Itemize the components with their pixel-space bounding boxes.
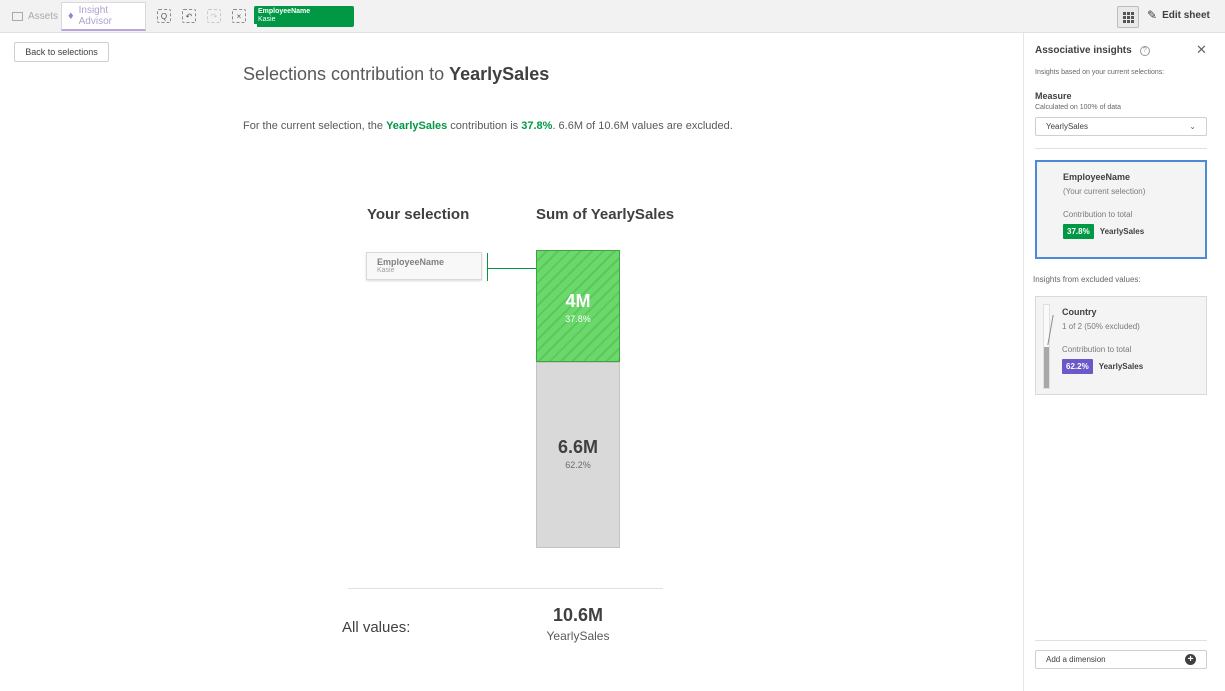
pencil-icon: ✎ [1147,8,1158,22]
measure-subtitle: Calculated on 100% of data [1035,104,1122,111]
plus-icon: + [1185,654,1196,665]
associative-insights-panel: Associative insights ? ✕ Insights based … [1023,33,1225,691]
excluded-mini-bar-fill [1044,346,1049,388]
selection-field: EmployeeName [377,257,445,267]
assets-label: Assets [28,10,59,22]
excluded-card-subtitle: 1 of 2 (50% excluded) [1062,322,1140,331]
back-to-selections-button[interactable]: Back to selections [14,42,109,62]
add-dimension-label: Add a dimension [1046,655,1106,664]
title-prefix: Selections contribution to [243,64,450,84]
step-forward-icon[interactable]: ↷ [207,9,221,23]
excluded-card-badge: 62.2% [1062,359,1093,374]
summary-suffix: . 6.6M of 10.6M values are excluded. [552,120,733,132]
current-card-badge: 37.8% [1063,224,1094,239]
excluded-insight-card[interactable]: Country 1 of 2 (50% excluded) Contributi… [1035,296,1207,395]
measure-heading: Measure [1035,91,1072,101]
all-values-total: 10.6M [552,605,604,625]
assets-button[interactable]: Assets [6,5,64,27]
panel-divider [1035,148,1207,149]
insight-advisor-button[interactable]: ♦ Insight Advisor [61,2,146,31]
sum-heading: Sum of YearlySales [536,206,675,223]
edit-sheet-button[interactable]: ✎ Edit sheet [1147,8,1210,22]
summary-middle: contribution is [447,120,522,132]
assets-icon [12,11,23,21]
chip-value: Kasie [258,16,276,23]
current-selection-card[interactable]: EmployeeName (Your current selection) Co… [1035,160,1207,259]
excluded-card-contribution-label: Contribution to total [1062,345,1132,354]
all-values-label: All values: [342,619,411,636]
clear-selections-icon[interactable]: × [232,9,246,23]
current-card-contribution-label: Contribution to total [1063,210,1133,219]
title-measure: YearlySales [449,64,550,84]
chip-field: EmployeeName [258,8,311,15]
excluded-heading: Insights from excluded values: [1033,275,1141,284]
help-icon[interactable]: ? [1139,45,1150,56]
insight-icon: ♦ [68,10,74,22]
panel-subtitle: Insights based on your current selection… [1035,69,1165,76]
edit-sheet-label: Edit sheet [1162,9,1210,21]
selected-bar-percent: 37.8% [565,314,591,324]
current-card-measure: YearlySales [1099,227,1145,236]
measure-select[interactable]: YearlySales ⌄ [1035,117,1207,136]
excluded-bar-value: 6.6M [557,437,599,457]
selected-bar[interactable]: 4M 37.8% [536,250,620,362]
grid-view-button[interactable] [1117,6,1139,28]
excluded-card-badge-row: 62.2% YearlySales [1062,359,1180,374]
panel-title-text: Associative insights [1035,45,1132,56]
grid-view-icon [1122,11,1134,23]
selection-chip[interactable]: EmployeeName Kasie [254,6,354,27]
smart-search-icon[interactable]: Q [157,9,171,23]
summary-measure: YearlySales [386,120,448,132]
chevron-down-icon: ⌄ [1189,122,1196,131]
excluded-bar-percent: 62.2% [565,460,591,470]
summary-percent: 37.8% [521,120,553,132]
summary-text: For the current selection, the YearlySal… [243,120,733,132]
insight-label: Insight Advisor [78,5,112,27]
connector-line [487,268,536,269]
close-icon[interactable]: ✕ [1196,42,1207,58]
top-toolbar: Assets ♦ Insight Advisor Q ↶ ↷ × Employe… [0,0,1225,33]
step-back-icon[interactable]: ↶ [182,9,196,23]
selection-value: Kasie [377,267,395,274]
page-title: Selections contribution to YearlySales [243,64,549,85]
selection-card[interactable]: EmployeeName Kasie [366,252,482,280]
current-card-subtitle: (Your current selection) [1063,187,1146,196]
summary-prefix: For the current selection, the [243,120,387,132]
chip-indicator [254,24,257,27]
add-dimension-button[interactable]: Add a dimension + [1035,650,1207,669]
current-card-badge-row: 37.8% YearlySales [1063,224,1179,239]
excluded-card-measure: YearlySales [1098,362,1144,371]
excluded-card-title: Country [1062,307,1097,317]
add-dimension-divider [1035,640,1207,641]
panel-title: Associative insights ? [1035,45,1150,56]
excluded-mini-bar [1043,304,1050,389]
current-card-title: EmployeeName [1063,172,1131,182]
excluded-bar[interactable]: 6.6M 62.2% [536,362,620,548]
all-values-measure: YearlySales [546,629,610,643]
measure-select-value: YearlySales [1046,122,1088,131]
totals-divider [348,588,663,589]
selected-bar-value: 4M [565,291,591,311]
connector-bracket [487,253,488,281]
your-selection-heading: Your selection [367,206,470,223]
